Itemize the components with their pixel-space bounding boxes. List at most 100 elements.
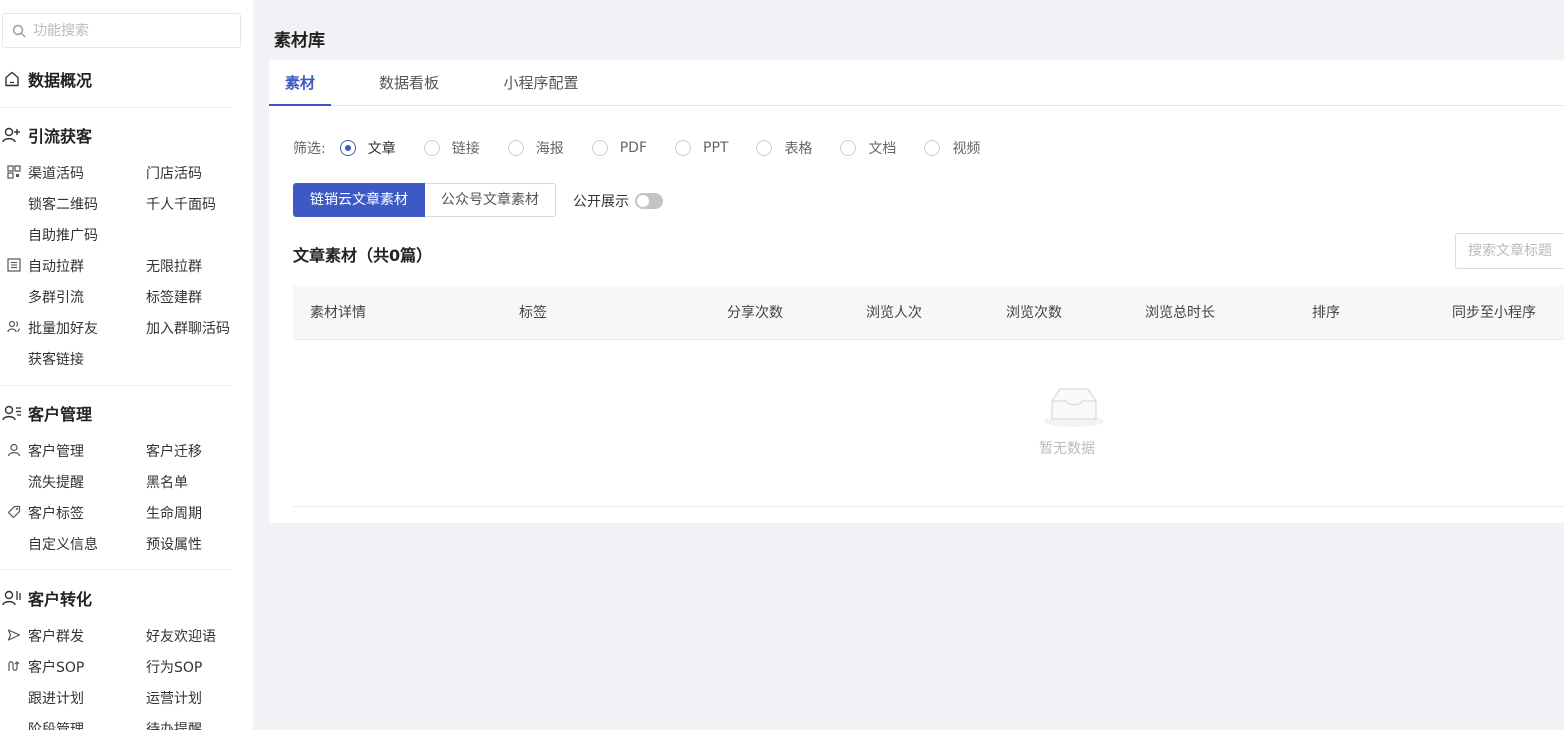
nav-label: 流失提醒 [28,475,84,491]
nav-customer-manage[interactable]: 客户管理 [7,441,84,461]
radio-ppt[interactable]: PPT [675,140,728,156]
radio-label: 文档 [868,141,897,157]
content-card: 素材 数据看板 小程序配置 筛选: 文章 链接 海报 PDF PPT 表格 文档… [269,60,1564,523]
nav-ops-plan[interactable]: 运营计划 [146,688,202,708]
radio-doc[interactable]: 文档 [840,138,896,158]
nav-store-code[interactable]: 门店活码 [146,163,202,183]
nav-label: 自动拉群 [28,259,84,275]
radio-circle [507,140,524,156]
nav-customer-sop[interactable]: 客户SOP [8,657,85,677]
col-tags: 标签 [519,305,547,321]
nav-channel-code[interactable]: 渠道活码 [7,163,84,183]
tab-miniprogram-config[interactable]: 小程序配置 [495,60,587,106]
radio-pdf[interactable]: PDF [591,140,647,156]
search-icon [11,23,27,39]
nav-blacklist[interactable]: 黑名单 [146,472,188,492]
radio-video[interactable]: 视频 [924,138,980,158]
nav-lock-qrcode[interactable]: 锁客二维码 [28,194,98,214]
nav-label: 黑名单 [146,475,188,491]
lianxiaoyun-articles-button[interactable]: 链销云文章素材 [293,183,425,217]
nav-churn-alert[interactable]: 流失提醒 [28,472,84,492]
section-title: 客户转化 [28,590,93,609]
nav-self-promo-code[interactable]: 自助推广码 [28,225,98,245]
nav-label: 标签建群 [146,290,202,306]
nav-stage-manage[interactable]: 阶段管理 [28,719,84,730]
nav-mass-send[interactable]: 客户群发 [7,626,84,646]
nav-customer-tags[interactable]: 客户标签 [7,503,84,523]
col-sync-miniprogram: 同步至小程序 [1452,305,1536,321]
nav-follow-plan[interactable]: 跟进计划 [28,688,84,708]
article-search[interactable] [1455,233,1564,269]
nav-batch-add[interactable]: 批量加好友 [7,318,98,338]
type-filter: 筛选: 文章 链接 海报 PDF PPT 表格 文档 视频 [293,138,980,158]
nav-behavior-sop[interactable]: 行为SOP [146,657,202,677]
section-customer-convert[interactable]: 客户转化 [2,586,92,610]
article-search-input[interactable] [1468,243,1564,259]
tag-icon [6,504,22,520]
radio-sheet[interactable]: 表格 [756,138,812,158]
nav-label: 行为SOP [146,660,203,676]
nav-todo-reminder[interactable]: 待办提醒 [146,719,202,730]
col-views[interactable]: 浏览次数 [1006,286,1062,340]
radio-link[interactable]: 链接 [423,138,480,158]
radio-label: 视频 [952,141,981,157]
nav-preset-attrs[interactable]: 预设属性 [146,534,202,554]
nav-customer-migrate[interactable]: 客户迁移 [146,441,202,461]
nav-join-group-code[interactable]: 加入群聊活码 [146,318,230,338]
feature-search[interactable] [2,13,241,48]
nav-unlimited-group[interactable]: 无限拉群 [146,256,202,276]
user-plus-icon [2,125,22,145]
nav-label: 自助推广码 [28,228,98,244]
nav-custom-info[interactable]: 自定义信息 [28,534,98,554]
divider [0,569,231,570]
nav-tag-group[interactable]: 标签建群 [146,287,202,307]
nav-label: 待办提醒 [146,722,202,730]
nav-personalized-code[interactable]: 千人千面码 [146,194,216,214]
nav-label: 好友欢迎语 [146,629,216,645]
radio-circle [756,140,773,156]
nav-multi-group[interactable]: 多群引流 [28,287,84,307]
nav-label: 千人千面码 [146,197,216,213]
radio-circle [339,140,356,156]
col-detail: 素材详情 [310,305,366,321]
nav-auto-group[interactable]: 自动拉群 [7,256,84,276]
nav-label: 自定义信息 [28,537,98,553]
nav-label: 客户SOP [28,660,85,676]
nav-label: 客户管理 [28,444,84,460]
radio-article[interactable]: 文章 [339,138,396,158]
radio-label: 文章 [367,141,396,157]
nav-label: 预设属性 [146,537,202,553]
nav-welcome-msg[interactable]: 好友欢迎语 [146,626,216,646]
col-visitors[interactable]: 浏览人次 [866,286,922,340]
nav-label: 客户标签 [28,506,84,522]
tab-dashboard[interactable]: 数据看板 [369,60,449,106]
radio-label: PPT [703,140,729,156]
nav-acquire-link[interactable]: 获客链接 [28,349,84,369]
public-display-toggle[interactable] [635,193,663,209]
radio-circle [924,140,941,156]
nav-lifecycle[interactable]: 生命周期 [146,503,202,523]
nav-label: 客户群发 [28,629,84,645]
feature-search-input[interactable] [33,22,233,39]
tab-materials[interactable]: 素材 [269,60,331,106]
source-switch: 链销云文章素材 公众号文章素材 [293,183,556,217]
toggle-knob [637,195,649,207]
flow-icon [6,658,22,674]
section-customer-manage[interactable]: 客户管理 [2,401,92,425]
col-sort: 排序 [1312,305,1340,321]
section-data-overview[interactable]: 数据概况 [2,67,92,91]
empty-text: 暂无数据 [1039,441,1095,457]
page-title: 素材库 [274,31,325,51]
user-icon [6,442,22,458]
radio-label: 海报 [535,141,564,157]
radio-poster[interactable]: 海报 [507,138,564,158]
filter-label: 筛选: [293,141,326,157]
section-title: 引流获客 [28,127,93,146]
official-account-articles-button[interactable]: 公众号文章素材 [425,183,556,217]
divider [0,107,231,108]
col-share-count[interactable]: 分享次数 [727,286,783,340]
radio-label: 表格 [784,141,813,157]
sidebar: 数据概况 引流获客 渠道活码 门店活码 锁客二维码 千人千面码 自助推广码 自动… [0,0,253,730]
col-total-duration[interactable]: 浏览总时长 [1145,286,1215,340]
section-traffic[interactable]: 引流获客 [2,123,92,147]
